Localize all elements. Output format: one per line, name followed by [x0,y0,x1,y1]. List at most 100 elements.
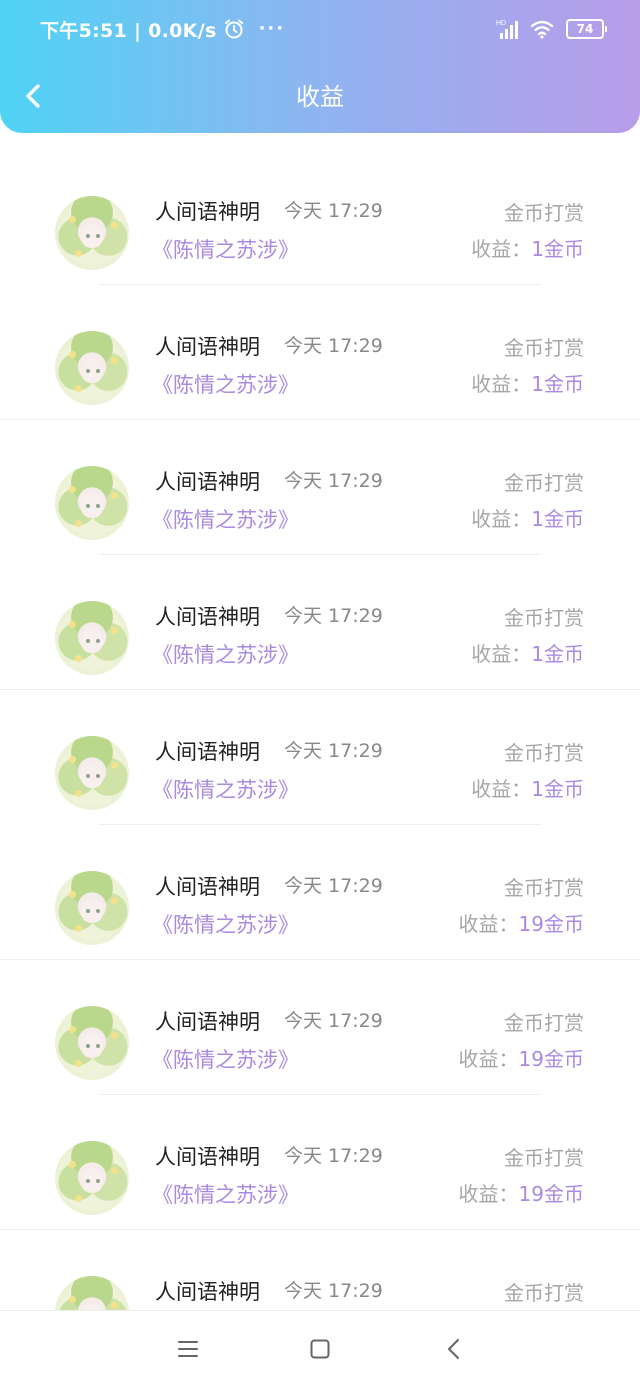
earning-record[interactable]: 人间语神明 今天 17:29 《陈情之苏涉》 金币打赏 收益：19金币 [0,960,640,1095]
book-title[interactable]: 《陈情之苏涉》 [152,235,299,265]
earning-record[interactable]: 人间语神明 今天 17:29 《陈情之苏涉》 金币打赏收益：1金币 [0,690,640,825]
alarm-icon [224,19,243,39]
reward-type: 金币打赏 [504,201,584,225]
avatar[interactable] [55,736,129,810]
avatar[interactable] [55,1006,129,1080]
earning: 收益：19金币 [459,1044,584,1074]
earning-record[interactable]: 人间语神明 今天 17:29 《陈情之苏涉》 金币打赏 收益：19金币 [0,825,640,960]
battery-icon: 74 [566,19,607,39]
avatar-flower [75,925,82,932]
avatar-flower [69,351,76,358]
earning-label: 收益： [471,642,532,666]
avatar-flower [69,756,76,763]
username[interactable]: 人间语神明 [155,872,260,902]
earnings-list[interactable]: 人间语神明 今天 17:29 《陈情之苏涉》 金币打赏 收益：1金币 人间语神明 今天 17… [0,150,640,1310]
username[interactable]: 人间语神明 [155,602,260,632]
avatar-eye [96,369,100,373]
book-title[interactable]: 《陈情之苏涉》 [152,910,299,940]
earning-value: 19金币 [518,1047,584,1071]
signal-hd-label: HD [496,20,506,27]
book-title[interactable]: 《陈情之苏涉》 [152,640,299,670]
earning-record[interactable]: 人间语神明 今天 17:29 《陈情之苏涉》 金币打赏 收益：1金币 [0,420,640,555]
book-title[interactable]: 《陈情之苏涉》 [152,1180,299,1210]
earning: 收益：1金币 [471,774,584,804]
page-title: 收益 [296,83,344,111]
earning-label: 收益： [471,507,532,531]
avatar[interactable] [55,331,129,405]
avatar-eye [86,909,90,913]
record-time: 今天 17:29 [284,875,383,897]
record-time: 今天 17:29 [284,740,383,762]
username[interactable]: 人间语神明 [155,1007,260,1037]
book-title[interactable]: 《陈情之苏涉》 [152,775,299,805]
avatar-eye [96,1044,100,1048]
earning: 收益：1金币 [471,369,584,399]
avatar-flower [75,385,82,392]
avatar-eye [96,1179,100,1183]
book-title[interactable]: 《陈情之苏涉》 [152,505,299,535]
username[interactable]: 人间语神明 [155,1142,260,1172]
earning-record[interactable]: 人间语神明 今天 17:29 金币打赏 [0,1230,640,1310]
avatar-flower [75,520,82,527]
earning: 收益：19金币 [459,1179,584,1209]
avatar-eye [86,234,90,238]
earning-record[interactable]: 人间语神明 今天 17:29 《陈情之苏涉》 金币打赏 收益：1金币 [0,285,640,420]
earning-value: 1金币 [531,372,584,396]
menu-icon[interactable] [174,1335,202,1363]
home-square-icon[interactable] [306,1335,334,1363]
book-title[interactable]: 《陈情之苏涉》 [152,370,299,400]
avatar-eye [86,774,90,778]
earning-label: 收益： [458,1047,519,1071]
reward-type: 金币打赏 [504,741,584,765]
avatar[interactable] [55,601,129,675]
earning: 收益：19金币 [459,909,584,939]
earning-value: 1金币 [531,507,584,531]
username[interactable]: 人间语神明 [155,332,260,362]
record-time: 今天 17:29 [284,335,383,357]
back-triangle-icon[interactable] [440,1335,468,1363]
earning-value: 1金币 [531,237,584,261]
earning-record[interactable]: 人间语神明 今天 17:29 《陈情之苏涉》 金币打赏 收益：1金币 [0,150,640,285]
avatar-flower [69,486,76,493]
avatar-flower [111,1032,118,1039]
username[interactable]: 人间语神明 [155,467,260,497]
reward-type: 金币打赏 [504,1011,584,1035]
avatar-flower [111,762,118,769]
status-time-network: 下午5:51 | 0.0K/s [40,19,217,42]
avatar[interactable] [55,871,129,945]
record-time: 今天 17:29 [284,1280,383,1302]
wifi-icon [530,20,554,39]
avatar-flower [111,627,118,634]
avatar-eye [86,1044,90,1048]
avatar-eye [86,1179,90,1183]
earning: 收益：1金币 [471,504,584,534]
avatar-flower [69,216,76,223]
avatar-flower [69,1026,76,1033]
system-nav-bar [0,1310,640,1387]
avatar[interactable] [55,466,129,540]
earning-value: 1金币 [531,642,584,666]
book-title[interactable]: 《陈情之苏涉》 [152,1045,299,1075]
username[interactable]: 人间语神明 [155,1277,260,1307]
avatar-flower [111,222,118,229]
earning-record[interactable]: 人间语神明 今天 17:29 《陈情之苏涉》 金币打赏 收益：19金币 [0,1095,640,1230]
avatar-flower [111,357,118,364]
avatar[interactable] [55,1141,129,1215]
username[interactable]: 人间语神明 [155,737,260,767]
avatar[interactable] [55,1276,129,1310]
more-dots-icon: ··· [258,18,286,39]
earning-label: 收益： [458,912,519,936]
avatar[interactable] [55,196,129,270]
reward-type: 金币打赏 [504,1281,584,1305]
avatar-flower [111,897,118,904]
avatar-eye [86,639,90,643]
username[interactable]: 人间语神明 [155,197,260,227]
avatar-eye [86,504,90,508]
avatar-eye [96,909,100,913]
avatar-eye [96,639,100,643]
earning-record[interactable]: 人间语神明 今天 17:29 《陈情之苏涉》 金币打赏 收益：1金币 [0,555,640,690]
earning-value: 1金币 [531,777,584,801]
earning-label: 收益： [471,777,532,801]
reward-type: 金币打赏 [504,606,584,630]
avatar-flower [69,1161,76,1168]
